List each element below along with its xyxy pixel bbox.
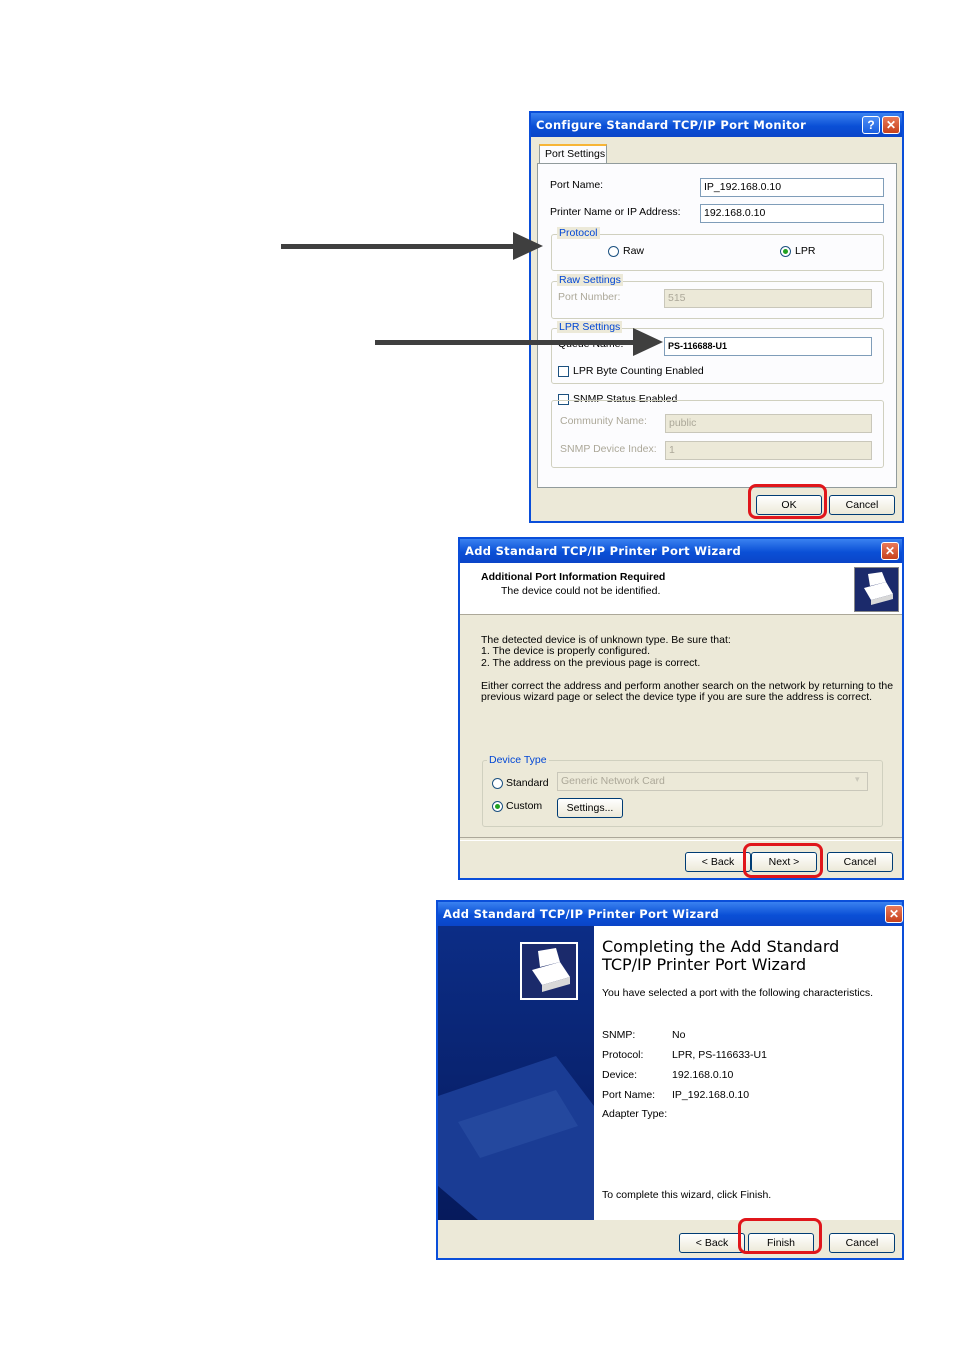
back-button[interactable]: < Back xyxy=(685,852,751,872)
close-icon[interactable]: ✕ xyxy=(882,116,900,134)
protocol-group xyxy=(551,234,884,271)
summary-key-snmp: SNMP: xyxy=(602,1029,636,1041)
queue-arrow-shaft xyxy=(375,340,637,345)
lpr-byte-counting-label: LPR Byte Counting Enabled xyxy=(573,365,704,377)
port-number-field: 515 xyxy=(664,289,872,308)
settings-button[interactable]: Settings... xyxy=(557,798,623,818)
finish-note: To complete this wizard, click Finish. xyxy=(602,1189,772,1201)
back-button[interactable]: < Back xyxy=(679,1233,745,1253)
completing-wizard-dialog: Add Standard TCP/IP Printer Port Wizard … xyxy=(436,900,904,1260)
printer-address-field[interactable]: 192.168.0.10 xyxy=(700,204,884,223)
configure-port-monitor-dialog: Configure Standard TCP/IP Port Monitor ?… xyxy=(529,111,904,523)
cancel-button[interactable]: Cancel xyxy=(829,1233,895,1253)
lpr-byte-counting-checkbox[interactable] xyxy=(558,366,569,377)
next-highlight-ring xyxy=(743,843,823,878)
protocol-title: Protocol xyxy=(557,227,600,239)
snmp-device-index-field: 1 xyxy=(665,441,872,460)
summary-value-snmp: No xyxy=(672,1029,686,1041)
summary-value-protocol: LPR, PS-116633-U1 xyxy=(672,1049,767,1061)
custom-radio[interactable] xyxy=(492,801,503,812)
summary-key-adapter: Adapter Type: xyxy=(602,1108,668,1120)
community-name-label: Community Name: xyxy=(560,415,647,427)
cancel-button[interactable]: Cancel xyxy=(829,495,895,515)
summary-key-protocol: Protocol: xyxy=(602,1049,644,1061)
wizard-heading: Additional Port Information Required xyxy=(481,571,666,583)
port-name-label: Port Name: xyxy=(550,179,604,191)
close-icon[interactable]: ✕ xyxy=(885,905,903,923)
custom-label: Custom xyxy=(506,800,543,812)
lpr-radio[interactable] xyxy=(780,246,791,257)
standard-device-select: Generic Network Card xyxy=(557,772,868,791)
dialog1-title-bar: Configure Standard TCP/IP Port Monitor xyxy=(531,113,902,137)
raw-settings-title: Raw Settings xyxy=(557,274,623,286)
lpr-label: LPR xyxy=(795,245,816,257)
wizard-subheading: The device could not be identified. xyxy=(501,585,661,597)
intro-text: You have selected a port with the follow… xyxy=(602,987,874,999)
chevron-down-icon: ▾ xyxy=(855,774,860,784)
tab-port-settings[interactable]: Port Settings xyxy=(539,144,607,164)
printer-name-label: Printer Name or IP Address: xyxy=(550,206,681,218)
printer-wizard-icon xyxy=(520,942,578,1000)
raw-radio[interactable] xyxy=(608,246,619,257)
ok-highlight-ring xyxy=(748,484,827,519)
summary-value-device: 192.168.0.10 xyxy=(672,1069,734,1081)
help-icon[interactable]: ? xyxy=(862,116,880,134)
completion-heading-1: Completing the Add Standard xyxy=(602,937,840,956)
body-line-3: 2. The address on the previous page is c… xyxy=(481,657,701,669)
device-type-title: Device Type xyxy=(487,754,549,766)
dialog3-title: Add Standard TCP/IP Printer Port Wizard xyxy=(443,907,720,921)
protocol-arrow-shaft xyxy=(281,244,517,249)
protocol-arrow-head-icon xyxy=(513,232,543,260)
dialog2-separator xyxy=(460,837,902,841)
summary-value-port-name: IP_192.168.0.10 xyxy=(672,1089,750,1101)
queue-arrow-head-icon xyxy=(633,328,663,356)
lpr-settings-title: LPR Settings xyxy=(557,321,623,333)
printer-wizard-icon xyxy=(854,567,899,612)
dialog3-title-bar: Add Standard TCP/IP Printer Port Wizard xyxy=(438,902,902,926)
completion-heading-2: TCP/IP Printer Port Wizard xyxy=(602,955,807,974)
summary-key-port-name: Port Name: xyxy=(602,1089,656,1101)
community-name-field: public xyxy=(665,414,872,433)
close-icon[interactable]: ✕ xyxy=(881,542,899,560)
body-line-5: previous wizard page or select the devic… xyxy=(481,691,873,703)
queue-name-field[interactable]: PS-116688-U1 xyxy=(664,337,872,356)
port-name-field[interactable]: IP_192.168.0.10 xyxy=(700,178,884,197)
port-number-label: Port Number: xyxy=(558,291,621,303)
device-type-group xyxy=(482,760,883,827)
additional-port-info-dialog: Add Standard TCP/IP Printer Port Wizard … xyxy=(458,537,904,880)
finish-highlight-ring xyxy=(738,1218,822,1254)
dialog1-title: Configure Standard TCP/IP Port Monitor xyxy=(536,118,807,132)
dialog2-title: Add Standard TCP/IP Printer Port Wizard xyxy=(465,544,742,558)
standard-label: Standard xyxy=(506,777,549,789)
cancel-button[interactable]: Cancel xyxy=(827,852,893,872)
snmp-device-index-label: SNMP Device Index: xyxy=(560,443,657,455)
summary-key-device: Device: xyxy=(602,1069,638,1081)
dialog2-title-bar: Add Standard TCP/IP Printer Port Wizard xyxy=(460,539,902,563)
body-line-2: 1. The device is properly configured. xyxy=(481,645,651,657)
standard-radio[interactable] xyxy=(492,778,503,789)
raw-label: Raw xyxy=(623,245,645,257)
